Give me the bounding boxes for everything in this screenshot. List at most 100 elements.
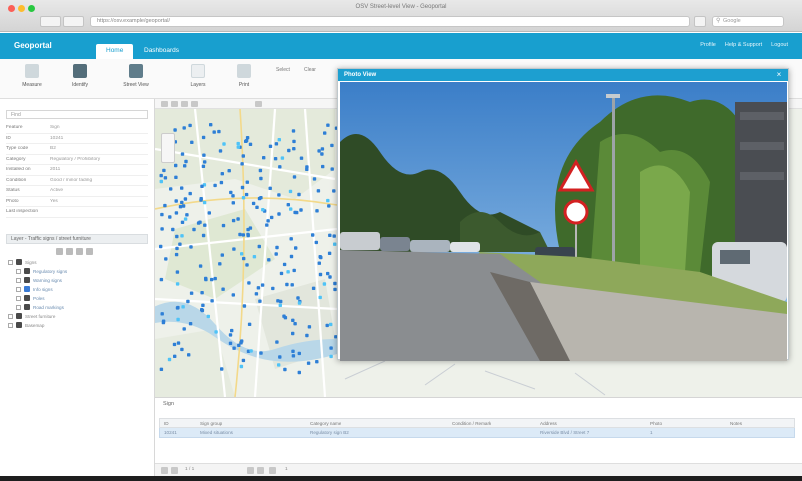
map-point[interactable] (185, 213, 189, 217)
map-point[interactable] (236, 141, 240, 146)
popup-close-icon[interactable]: × (774, 70, 784, 80)
print-button[interactable]: Print (226, 63, 262, 95)
map-point[interactable] (201, 164, 206, 168)
tab-home[interactable]: Home (96, 44, 134, 59)
map-point[interactable] (159, 179, 163, 184)
map-point[interactable] (219, 180, 224, 185)
map-point[interactable] (181, 204, 186, 208)
select-tool[interactable]: Select (276, 67, 290, 73)
add-layer-icon[interactable] (56, 247, 63, 255)
map-point[interactable] (180, 234, 184, 238)
map-point[interactable] (160, 212, 164, 217)
map-point[interactable] (316, 189, 321, 193)
layer-item[interactable]: Road markings (6, 303, 148, 312)
layer-item[interactable]: Signs (6, 258, 148, 267)
reload-button[interactable] (694, 16, 706, 27)
map-point[interactable] (332, 189, 336, 193)
map-point[interactable] (258, 299, 262, 303)
table-row[interactable]: 10241 Mixed situations Regulatory sign B2 R… (159, 428, 795, 438)
first-page-icon[interactable] (161, 467, 168, 474)
map-point[interactable] (291, 331, 295, 336)
map-point[interactable] (180, 186, 184, 190)
map-point[interactable] (241, 154, 245, 158)
map-point[interactable] (256, 286, 261, 290)
map-point[interactable] (181, 305, 185, 309)
map-point[interactable] (236, 217, 240, 221)
map-point[interactable] (244, 139, 248, 143)
map-point[interactable] (278, 303, 282, 307)
map-point[interactable] (265, 223, 269, 227)
layer-item[interactable]: Info signs (6, 285, 148, 294)
info-icon[interactable] (255, 101, 262, 107)
map-point[interactable] (160, 312, 164, 316)
map-point[interactable] (213, 276, 217, 281)
map-point[interactable] (299, 156, 304, 160)
map-point[interactable] (305, 167, 309, 171)
map-point[interactable] (220, 172, 224, 176)
map-point[interactable] (240, 162, 244, 166)
map-point[interactable] (228, 333, 233, 337)
map-point[interactable] (246, 233, 250, 238)
map-point[interactable] (239, 364, 244, 369)
map-point[interactable] (231, 201, 235, 205)
map-point[interactable] (291, 318, 295, 322)
refresh-icon[interactable] (269, 467, 276, 474)
map-point[interactable] (175, 282, 180, 286)
measure-button[interactable]: Measure (14, 63, 50, 95)
map-point[interactable] (201, 233, 206, 238)
map-point[interactable] (207, 211, 211, 215)
map-point[interactable] (315, 209, 319, 213)
map-point[interactable] (218, 149, 223, 153)
map-point[interactable] (175, 234, 179, 239)
map-point[interactable] (241, 233, 245, 237)
map-point[interactable] (286, 203, 290, 207)
layer-checkbox[interactable] (8, 322, 13, 328)
layer-checkbox[interactable] (8, 259, 13, 265)
map-point[interactable] (297, 370, 301, 375)
map-point[interactable] (292, 139, 296, 144)
map-point[interactable] (257, 244, 261, 249)
map-point[interactable] (320, 152, 324, 156)
map-point[interactable] (320, 147, 325, 151)
map-point[interactable] (159, 244, 163, 249)
map-point[interactable] (199, 198, 203, 202)
map-point[interactable] (306, 361, 311, 365)
map-point[interactable] (315, 360, 319, 364)
map-point[interactable] (188, 322, 193, 326)
map-point[interactable] (230, 328, 234, 333)
map-point[interactable] (202, 153, 206, 157)
map-point[interactable] (329, 322, 333, 327)
map-point[interactable] (186, 299, 190, 304)
map-point[interactable] (237, 343, 241, 347)
map-point[interactable] (188, 191, 192, 196)
map-point[interactable] (262, 156, 266, 160)
map-point[interactable] (328, 233, 332, 237)
map-point[interactable] (292, 268, 296, 273)
map-point[interactable] (293, 210, 297, 215)
map-point[interactable] (323, 131, 327, 135)
map-point[interactable] (326, 123, 330, 127)
map-point[interactable] (176, 341, 181, 345)
map-point[interactable] (268, 186, 272, 190)
map-point[interactable] (292, 175, 297, 179)
map-point[interactable] (171, 227, 175, 232)
map-point[interactable] (214, 330, 218, 334)
forward-button[interactable] (63, 16, 84, 27)
map-point[interactable] (291, 129, 296, 133)
map-point[interactable] (266, 219, 270, 223)
map-point[interactable] (245, 136, 250, 140)
map-point[interactable] (172, 342, 177, 347)
map-point[interactable] (329, 354, 333, 359)
map-point[interactable] (187, 353, 191, 357)
map-point[interactable] (174, 199, 178, 203)
map-point[interactable] (254, 292, 259, 296)
map-point[interactable] (255, 205, 259, 209)
identify-button[interactable]: Identify (62, 63, 98, 95)
map-point[interactable] (259, 351, 263, 355)
street-view-button[interactable]: Street View (118, 63, 154, 95)
map-point[interactable] (292, 147, 296, 151)
map-point[interactable] (297, 351, 301, 356)
map-point[interactable] (271, 286, 275, 291)
pan-icon[interactable] (161, 101, 168, 107)
map-point[interactable] (333, 242, 337, 246)
